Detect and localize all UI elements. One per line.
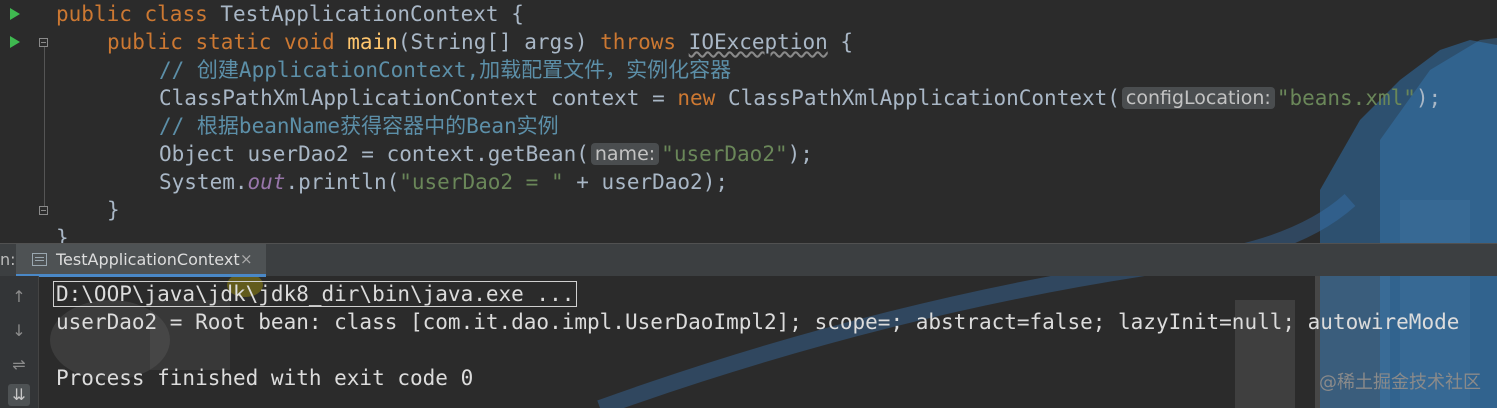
tab-label: TestApplicationContext — [56, 250, 240, 269]
keyword: public — [56, 2, 132, 26]
comment-line-1: // 创建ApplicationContext,加载配置文件，实例化容器 — [159, 58, 732, 82]
code-line-4: ClassPathXmlApplicationContext context =… — [159, 84, 1441, 112]
console-line-command: D:\OOP\java\jdk\jdk8_dir\bin\java.exe ..… — [53, 280, 578, 308]
arrow-up-icon[interactable]: ↑ — [8, 286, 30, 308]
statement-end: + userDao2); — [563, 170, 728, 194]
arrow-down-icon[interactable]: ↓ — [8, 320, 30, 342]
console-line-exit: Process finished with exit code 0 — [56, 366, 474, 390]
closing-brace-method: } — [107, 198, 120, 222]
parameter-hint: name: — [590, 143, 660, 165]
string-literal: "userDao2 = " — [399, 170, 564, 194]
code-line-6: Object userDao2 = context.getBean(name: "… — [159, 140, 813, 168]
method-name: main — [347, 30, 398, 54]
console-icon — [32, 253, 47, 266]
code-editor[interactable]: public class TestApplicationContext { pu… — [0, 0, 1497, 243]
brace: { — [511, 2, 524, 26]
command-line-text[interactable]: D:\OOP\java\jdk\jdk8_dir\bin\java.exe ..… — [53, 281, 578, 307]
run-main-icon[interactable] — [10, 36, 20, 48]
params: (String[] args) — [397, 30, 588, 54]
fold-end-icon[interactable] — [39, 206, 48, 215]
statement-end: ); — [787, 142, 813, 166]
statement-end: ); — [1415, 86, 1442, 110]
keyword: public — [107, 30, 183, 54]
constructor-call: ClassPathXmlApplicationContext( — [727, 86, 1120, 110]
console-line-output: userDao2 = Root bean: class [com.it.dao.… — [56, 310, 1460, 334]
keyword: static — [195, 30, 272, 54]
scroll-to-end-icon[interactable]: ⇊ — [8, 384, 30, 406]
tab-test-application-context[interactable]: TestApplicationContext × — [16, 244, 266, 277]
run-toolbar: ↑ ↓ ⇌ ⇊ — [0, 276, 39, 408]
keyword: void — [284, 30, 335, 54]
declaration: ClassPathXmlApplicationContext context = — [159, 86, 678, 110]
code-line-2: public static void main(String[] args) t… — [107, 28, 853, 56]
declaration: Object userDao2 = context.getBean( — [159, 142, 589, 166]
close-icon[interactable]: × — [240, 250, 253, 268]
run-tab-bar: n: TestApplicationContext × — [0, 243, 1497, 277]
keyword: throws — [600, 30, 677, 54]
fold-main-icon[interactable] — [39, 38, 48, 47]
string-literal: "beans.xml" — [1276, 86, 1416, 110]
class-ref: System. — [159, 170, 248, 194]
fold-guide-line — [44, 40, 45, 210]
watermark: @稀土掘金技术社区 — [1319, 372, 1481, 393]
soft-wrap-icon[interactable]: ⇌ — [8, 354, 30, 376]
method-call: .println( — [285, 170, 400, 194]
string-literal: "userDao2" — [661, 142, 788, 166]
console-output[interactable]: D:\OOP\java\jdk\jdk8_dir\bin\java.exe ..… — [38, 276, 1497, 408]
run-class-icon[interactable] — [10, 8, 20, 20]
parameter-hint: configLocation: — [1121, 87, 1275, 109]
brace: { — [840, 30, 854, 54]
editor-gutter — [0, 0, 56, 243]
code-line-1: public class TestApplicationContext { — [56, 0, 524, 28]
closing-brace-class: } — [56, 226, 69, 243]
keyword: new — [677, 86, 716, 110]
run-tool-window: n: TestApplicationContext × ↑ ↓ ⇌ ⇊ D:\O… — [0, 243, 1497, 408]
static-field: out — [247, 170, 286, 194]
code-line-7: System.out.println("userDao2 = " + userD… — [159, 168, 728, 196]
keyword: class — [144, 2, 208, 26]
exception-name: IOException — [688, 30, 828, 54]
class-name: TestApplicationContext — [220, 2, 499, 26]
run-label: n: — [0, 250, 16, 269]
comment-line-2: // 根据beanName获得容器中的Bean实例 — [159, 114, 559, 138]
